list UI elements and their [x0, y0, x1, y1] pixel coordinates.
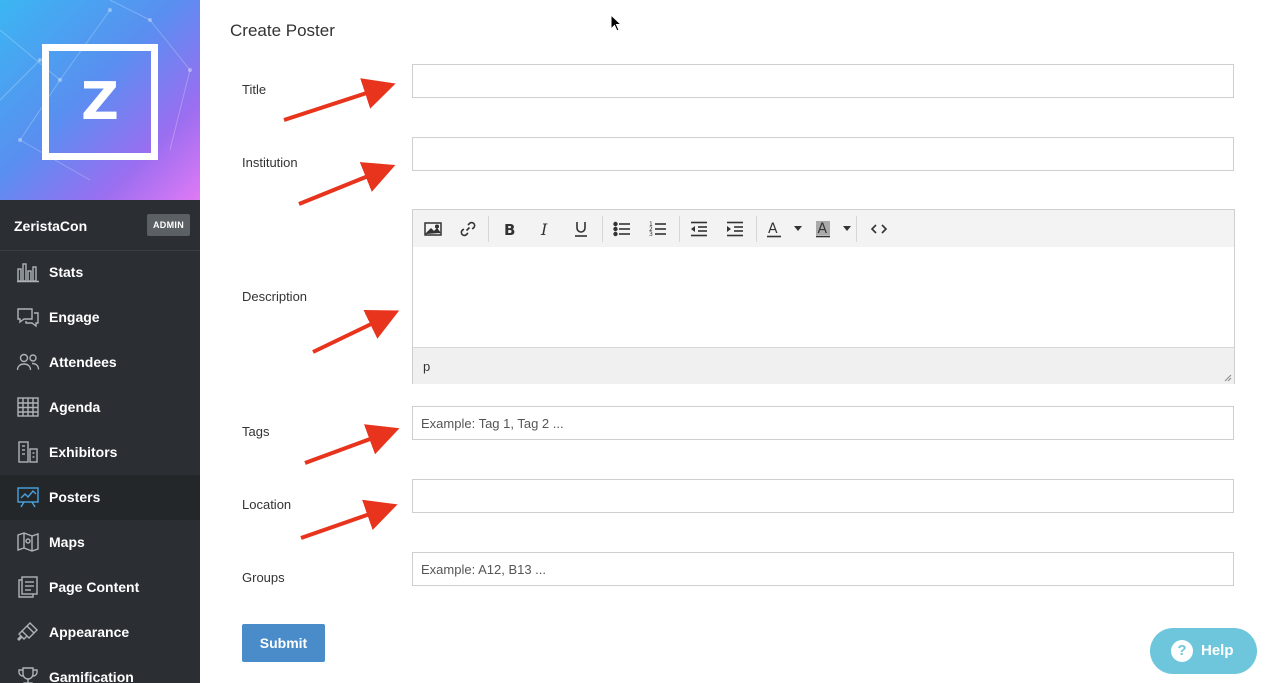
bold-icon[interactable]: B: [497, 217, 521, 241]
svg-text:3: 3: [649, 231, 653, 238]
buildings-icon: [16, 440, 40, 464]
toolbar-separator: [856, 216, 857, 242]
arrow-to-tags: [304, 424, 400, 465]
location-label: Location: [242, 497, 292, 512]
help-label: Help: [1201, 642, 1234, 659]
pages-icon: [16, 575, 40, 599]
location-input[interactable]: [412, 479, 1234, 513]
mouse-cursor-icon: [610, 14, 623, 32]
sidebar-item-label: Engage: [49, 309, 100, 325]
event-switcher[interactable]: ZeristaCon ADMIN: [0, 200, 200, 251]
element-path[interactable]: p: [423, 359, 430, 374]
tags-label: Tags: [242, 424, 270, 439]
sidebar-item-maps[interactable]: Maps: [0, 520, 200, 565]
map-icon: [16, 530, 40, 554]
title-input[interactable]: [412, 64, 1234, 98]
sidebar-item-label: Posters: [49, 489, 101, 505]
svg-text:A: A: [818, 221, 828, 237]
italic-icon[interactable]: I: [533, 217, 557, 241]
toolbar-separator: [602, 216, 603, 242]
background-color-icon[interactable]: A: [811, 217, 835, 241]
background-color-dropdown-icon[interactable]: [843, 226, 851, 231]
link-icon[interactable]: [456, 217, 480, 241]
text-color-icon[interactable]: A: [762, 217, 786, 241]
sidebar: Z ZeristaCon ADMIN Stats Engage Attendee…: [0, 0, 200, 683]
sidebar-item-exhibitors[interactable]: Exhibitors: [0, 430, 200, 475]
svg-text:I: I: [540, 220, 548, 239]
sidebar-item-attendees[interactable]: Attendees: [0, 340, 200, 385]
institution-input[interactable]: [412, 137, 1234, 171]
arrow-to-description: [312, 309, 400, 354]
toolbar-separator: [679, 216, 680, 242]
svg-text:A: A: [768, 221, 778, 237]
sidebar-nav: Stats Engage Attendees Agenda Exhibitors: [0, 250, 200, 683]
outdent-icon[interactable]: [687, 217, 711, 241]
editor-toolbar: B I 123 A A: [413, 210, 1234, 248]
numbered-list-icon[interactable]: 123: [646, 217, 670, 241]
sidebar-item-gamification[interactable]: Gamification: [0, 655, 200, 683]
paintbrush-icon: [16, 620, 40, 644]
sidebar-item-label: Maps: [49, 534, 85, 550]
toolbar-separator: [488, 216, 489, 242]
sidebar-item-page-content[interactable]: Page Content: [0, 565, 200, 610]
page-title: Create Poster: [230, 21, 335, 40]
institution-label: Institution: [242, 155, 298, 170]
logo[interactable]: Z: [42, 44, 158, 160]
editor-statusbar: p: [413, 347, 1234, 384]
description-editor: B I 123 A A p: [412, 209, 1235, 384]
sidebar-item-appearance[interactable]: Appearance: [0, 610, 200, 655]
event-name: ZeristaCon: [14, 218, 88, 234]
resize-handle-icon[interactable]: [1224, 374, 1232, 382]
trophy-icon: [16, 665, 40, 683]
sidebar-item-label: Appearance: [49, 624, 130, 640]
sidebar-item-posters[interactable]: Posters: [0, 475, 200, 520]
sidebar-item-engage[interactable]: Engage: [0, 295, 200, 340]
description-label: Description: [242, 289, 308, 304]
bar-chart-icon: [16, 260, 40, 284]
description-textarea[interactable]: [413, 247, 1234, 347]
groups-label: Groups: [242, 570, 285, 585]
people-icon: [16, 350, 40, 374]
source-code-icon[interactable]: [867, 217, 891, 241]
tags-input[interactable]: [412, 406, 1234, 440]
help-button[interactable]: ? Help: [1150, 628, 1257, 674]
image-icon[interactable]: [421, 217, 445, 241]
chat-bubbles-icon: [16, 305, 40, 329]
arrow-to-institution: [298, 162, 396, 206]
submit-button[interactable]: Submit: [242, 624, 325, 662]
arrow-to-location: [300, 499, 398, 540]
svg-text:B: B: [504, 221, 515, 239]
sidebar-item-label: Stats: [49, 264, 84, 280]
underline-icon[interactable]: [569, 217, 593, 241]
brand-header: Z: [0, 0, 200, 200]
sidebar-item-label: Exhibitors: [49, 444, 118, 460]
title-label: Title: [242, 82, 267, 97]
sidebar-item-label: Attendees: [49, 354, 117, 370]
sidebar-item-label: Gamification: [49, 669, 134, 683]
sidebar-item-agenda[interactable]: Agenda: [0, 385, 200, 430]
sidebar-item-label: Page Content: [49, 579, 140, 595]
question-mark-icon: ?: [1171, 640, 1193, 662]
indent-icon[interactable]: [723, 217, 747, 241]
toolbar-separator: [756, 216, 757, 242]
bullet-list-icon[interactable]: [610, 217, 634, 241]
calendar-grid-icon: [16, 395, 40, 419]
groups-input[interactable]: [412, 552, 1234, 586]
arrow-to-title: [283, 78, 396, 122]
presentation-board-icon: [16, 485, 40, 509]
sidebar-item-label: Agenda: [49, 399, 101, 415]
sidebar-item-stats[interactable]: Stats: [0, 250, 200, 295]
text-color-dropdown-icon[interactable]: [794, 226, 802, 231]
logo-letter: Z: [81, 72, 119, 132]
admin-badge: ADMIN: [147, 214, 190, 236]
